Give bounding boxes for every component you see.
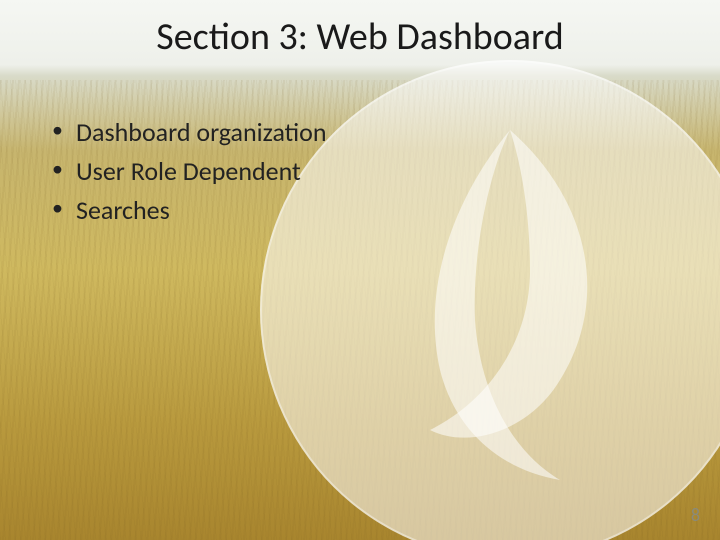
list-item: Searches [48,191,327,230]
bullet-list: Dashboard organization User Role Depende… [48,113,327,230]
page-number: 8 [691,504,700,526]
slide: Section 3: Web Dashboard Dashboard organ… [0,0,720,540]
list-item: User Role Dependent [48,152,327,191]
page-title: Section 3: Web Dashboard [0,14,720,60]
logo-watermark-circle [260,60,720,540]
list-item: Dashboard organization [48,113,327,152]
leaf-icon [260,60,720,540]
